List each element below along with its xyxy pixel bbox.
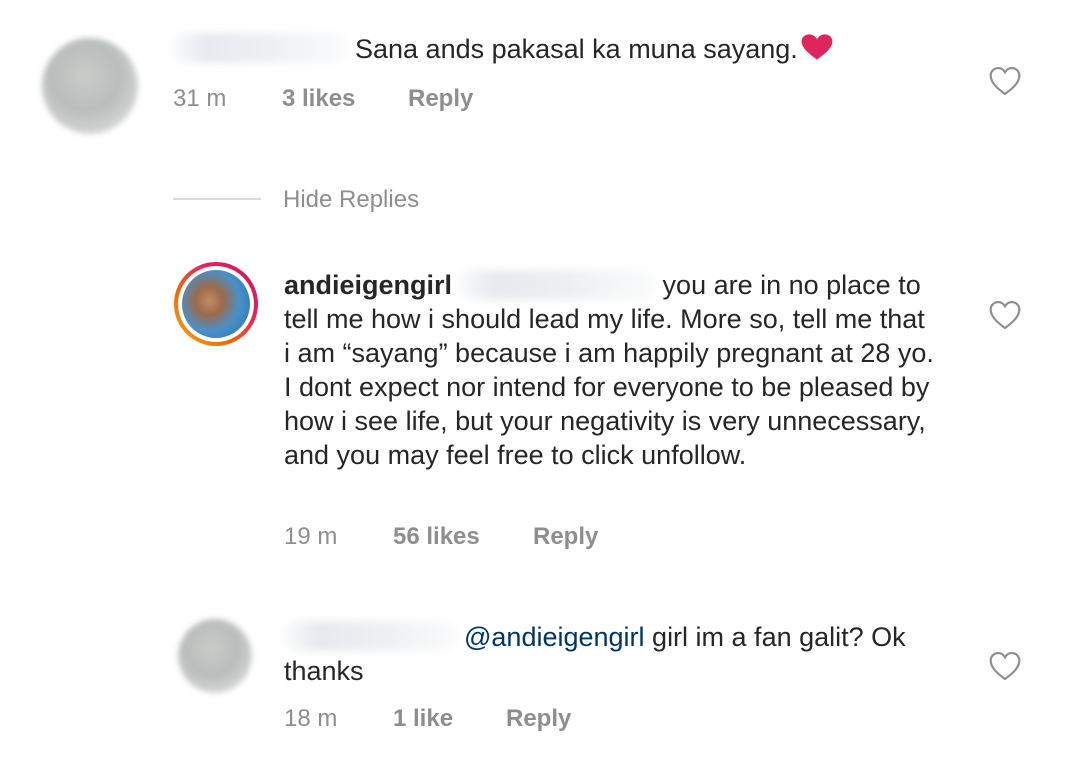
comment-text: Sana ands pakasal ka muna sayang. xyxy=(355,32,834,69)
reply2-mention[interactable]: @andieigengirl xyxy=(464,622,645,652)
reply2-text-line1: girl im a fan galit? Ok xyxy=(652,622,906,652)
commenter-username-redacted[interactable] xyxy=(170,33,348,63)
reply-reply-button[interactable]: Reply xyxy=(533,523,598,551)
replies-divider-line xyxy=(173,198,261,200)
comment-body: Sana ands pakasal ka muna sayang. xyxy=(355,34,798,64)
second-replier-avatar[interactable] xyxy=(178,619,252,693)
hide-replies-button[interactable]: Hide Replies xyxy=(283,186,419,214)
second-replier-username-redacted[interactable] xyxy=(282,621,458,651)
comment-like-heart-icon[interactable] xyxy=(988,66,1022,96)
reply2-text-line2: thanks xyxy=(284,656,364,686)
reply-like-heart-icon[interactable] xyxy=(988,300,1022,330)
reply-timestamp: 19 m xyxy=(284,523,338,550)
reply-first-line: andieigengirl you are in no place to xyxy=(284,268,984,302)
reply2-timestamp: 18 m xyxy=(284,705,338,732)
commenter-avatar[interactable] xyxy=(42,38,138,134)
comment-likes-count[interactable]: 3 likes xyxy=(282,85,355,113)
comment-timestamp: 31 m xyxy=(173,85,227,112)
reply2-reply-button[interactable]: Reply xyxy=(506,705,571,733)
reply-username[interactable]: andieigengirl xyxy=(284,270,452,300)
reply2-likes-count[interactable]: 1 like xyxy=(393,705,453,733)
reply2-like-heart-icon[interactable] xyxy=(988,651,1022,681)
reply-body: tell me how i should lead my life. More … xyxy=(284,304,934,470)
reply2-first-line: @andieigengirl girl im a fan galit? Ok xyxy=(464,620,906,654)
andieigengirl-avatar[interactable] xyxy=(174,262,258,346)
reply-likes-count[interactable]: 56 likes xyxy=(393,523,480,551)
reply-text-line1: you are in no place to xyxy=(662,270,921,300)
heart-emoji-icon xyxy=(800,33,834,69)
comment-reply-button[interactable]: Reply xyxy=(408,85,473,113)
